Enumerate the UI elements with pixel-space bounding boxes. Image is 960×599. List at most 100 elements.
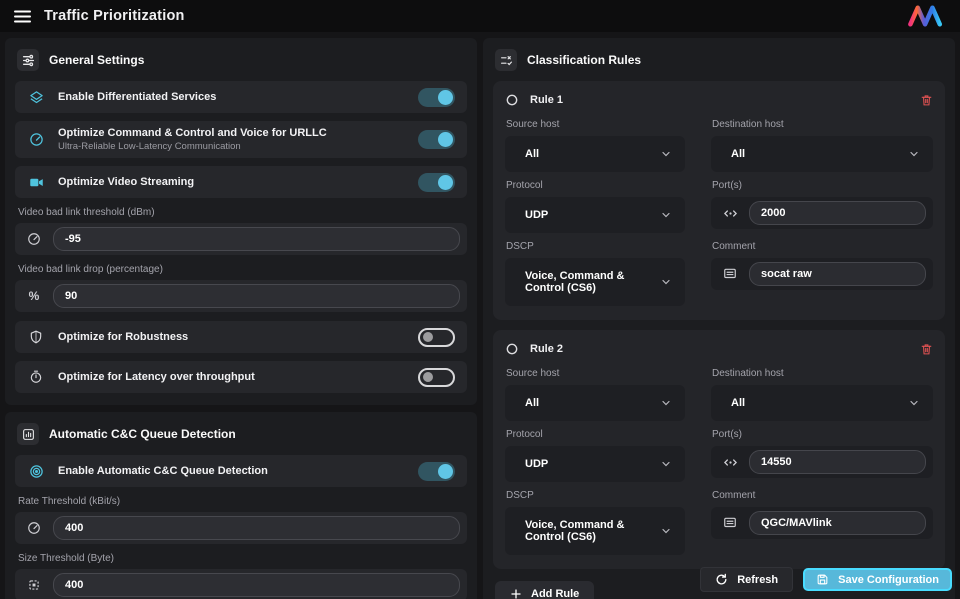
video-drop-input[interactable]: [53, 284, 460, 308]
source-host-label: Source host: [506, 368, 684, 379]
delete-rule-icon[interactable]: [920, 342, 933, 356]
protocol-value: UDP: [518, 458, 660, 470]
robustness-toggle[interactable]: [418, 328, 455, 347]
add-rule-button[interactable]: Add Rule: [495, 581, 594, 599]
chevron-down-icon: [660, 148, 672, 160]
ports-input[interactable]: [749, 450, 926, 474]
ports-input[interactable]: [749, 201, 926, 225]
gauge-icon: [19, 232, 49, 246]
video-streaming-toggle[interactable]: [418, 173, 455, 192]
chevron-down-icon: [660, 525, 672, 537]
size-icon: [19, 578, 49, 592]
chevron-down-icon: [908, 397, 920, 409]
protocol-label: Protocol: [506, 429, 684, 440]
ports-label: Port(s): [712, 429, 932, 440]
comment-icon: [715, 267, 745, 281]
comment-field: [711, 507, 933, 539]
ethernet-ports-icon: [715, 206, 745, 221]
video-threshold-input[interactable]: [53, 227, 460, 251]
chevron-down-icon: [660, 397, 672, 409]
timer-icon: [27, 370, 45, 384]
gauge-icon: [27, 132, 45, 147]
destination-host-label: Destination host: [712, 119, 932, 130]
classification-rules-card: Classification Rules Rule 1 Source ho: [483, 38, 955, 599]
rate-threshold-input[interactable]: [53, 516, 460, 540]
dscp-value: Voice, Command & Control (CS6): [518, 519, 660, 543]
rule-name: Rule 2: [530, 343, 563, 355]
rule-1: Rule 1 Source host All D: [493, 81, 945, 320]
chevron-down-icon: [660, 276, 672, 288]
auto-ccq-toggle[interactable]: [418, 462, 455, 481]
setting-enable-auto-ccq: Enable Automatic C&C Queue Detection: [15, 455, 467, 487]
delete-rule-icon[interactable]: [920, 93, 933, 107]
footer-actions: Refresh Save Configuration: [700, 567, 952, 592]
setting-robustness: Optimize for Robustness: [15, 321, 467, 353]
source-host-value: All: [518, 148, 660, 160]
rule-icon: [495, 49, 517, 71]
target-icon: [27, 464, 45, 479]
videocam-icon: [27, 175, 45, 190]
radio-circle-icon[interactable]: [505, 342, 519, 356]
shield-icon: [27, 330, 45, 344]
right-column: Classification Rules Rule 1 Source ho: [483, 38, 955, 599]
setting-label: Enable Automatic C&C Queue Detection: [58, 465, 268, 477]
setting-label: Optimize Command & Control and Voice for…: [58, 127, 327, 139]
rule-name: Rule 1: [530, 94, 563, 106]
source-host-select[interactable]: All: [505, 136, 685, 172]
chart-box-icon: [17, 423, 39, 445]
destination-host-value: All: [724, 397, 908, 409]
setting-label: Optimize for Latency over throughput: [58, 371, 255, 383]
comment-input[interactable]: [749, 511, 926, 535]
comment-label: Comment: [712, 490, 932, 501]
video-drop-field: %: [15, 280, 467, 312]
size-threshold-field: [15, 569, 467, 599]
video-threshold-field: [15, 223, 467, 255]
size-threshold-input[interactable]: [53, 573, 460, 597]
setting-latency: Optimize for Latency over throughput: [15, 361, 467, 393]
comment-input[interactable]: [749, 262, 926, 286]
destination-host-select[interactable]: All: [711, 385, 933, 421]
latency-toggle[interactable]: [418, 368, 455, 387]
source-host-label: Source host: [506, 119, 684, 130]
comment-label: Comment: [712, 241, 932, 252]
tune-sliders-icon: [17, 49, 39, 71]
dscp-value: Voice, Command & Control (CS6): [518, 270, 660, 294]
dscp-label: DSCP: [506, 490, 684, 501]
radio-circle-icon[interactable]: [505, 93, 519, 107]
comment-field: [711, 258, 933, 290]
setting-label: Enable Differentiated Services: [58, 91, 216, 103]
gauge-icon: [19, 521, 49, 535]
destination-host-select[interactable]: All: [711, 136, 933, 172]
protocol-select[interactable]: UDP: [505, 446, 685, 482]
hamburger-menu-icon[interactable]: [12, 6, 32, 26]
protocol-select[interactable]: UDP: [505, 197, 685, 233]
refresh-label: Refresh: [737, 574, 778, 586]
diffserv-toggle[interactable]: [418, 88, 455, 107]
rate-threshold-label: Rate Threshold (kBit/s): [18, 496, 464, 507]
save-configuration-label: Save Configuration: [838, 574, 939, 586]
plus-icon: [510, 588, 522, 599]
video-drop-label: Video bad link drop (percentage): [18, 264, 464, 275]
dscp-select[interactable]: Voice, Command & Control (CS6): [505, 258, 685, 306]
ethernet-ports-icon: [715, 455, 745, 470]
source-host-select[interactable]: All: [505, 385, 685, 421]
dscp-label: DSCP: [506, 241, 684, 252]
setting-enable-diffserv: Enable Differentiated Services: [15, 81, 467, 113]
video-threshold-label: Video bad link threshold (dBm): [18, 207, 464, 218]
source-host-value: All: [518, 397, 660, 409]
destination-host-label: Destination host: [712, 368, 932, 379]
size-threshold-label: Size Threshold (Byte): [18, 553, 464, 564]
rule-2: Rule 2 Source host All D: [493, 330, 945, 569]
ports-label: Port(s): [712, 180, 932, 191]
dscp-select[interactable]: Voice, Command & Control (CS6): [505, 507, 685, 555]
general-settings-title: General Settings: [49, 53, 144, 67]
chevron-down-icon: [660, 458, 672, 470]
refresh-button[interactable]: Refresh: [700, 567, 793, 592]
add-rule-label: Add Rule: [531, 588, 579, 599]
urllc-toggle[interactable]: [418, 130, 455, 149]
save-configuration-button[interactable]: Save Configuration: [803, 568, 952, 591]
chevron-down-icon: [660, 209, 672, 221]
setting-video-streaming: Optimize Video Streaming: [15, 166, 467, 198]
setting-label: Optimize Video Streaming: [58, 176, 194, 188]
mesh-rider-m-logo: [904, 5, 948, 27]
